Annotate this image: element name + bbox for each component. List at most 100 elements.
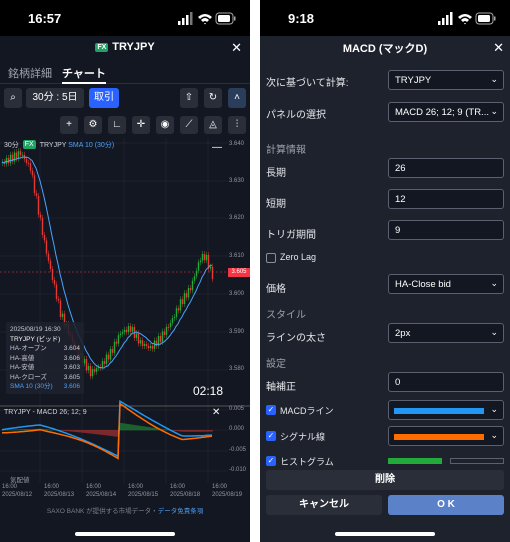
histogram-bar <box>47 429 49 431</box>
histogram-up-swatch[interactable] <box>388 458 442 464</box>
sheet-title: MACD (マックD) <box>342 43 428 55</box>
add-icon[interactable]: + <box>60 116 78 134</box>
histogram-bar <box>123 423 125 431</box>
candle <box>179 299 182 311</box>
histogram-bar <box>23 429 25 431</box>
date-tick: 2025/08/15 <box>128 492 159 498</box>
calc-basis-value: TRYJPY <box>395 75 432 86</box>
watermark: 気配値 <box>10 477 30 484</box>
candle <box>137 333 140 344</box>
candle-icon[interactable]: ⫶ <box>228 116 246 134</box>
candle <box>201 253 204 261</box>
close-icon[interactable]: ✕ <box>212 407 220 418</box>
histogram-bar <box>147 426 149 431</box>
histogram-bar <box>209 430 211 432</box>
price-tick: 3.630 <box>229 178 245 184</box>
area-chart-icon[interactable]: ◬ <box>204 116 222 134</box>
price-select[interactable]: HA-Close bid ⌄ <box>388 274 504 294</box>
histogram-checkbox[interactable]: ✓ <box>266 456 276 466</box>
histogram-bar <box>135 425 137 431</box>
close-icon[interactable]: ✕ <box>493 40 504 56</box>
histogram-label: ヒストグラム <box>280 457 334 467</box>
tooltip-row: HA-オープン 3.604 <box>10 344 80 354</box>
long-period-input[interactable]: 26 <box>388 158 504 178</box>
macd-tick: -0.010 <box>229 467 247 473</box>
legend-interval: 30分 <box>4 142 19 149</box>
signal-line-label: シグナル線 <box>280 432 326 442</box>
tooltip-row: HA-安値 3.603 <box>10 363 80 373</box>
histogram-bar <box>91 430 93 434</box>
crosshair-icon[interactable]: ✛ <box>132 116 150 134</box>
timeframe-select[interactable]: 30分 : 5日 <box>26 88 84 108</box>
collapse-icon[interactable]: ˄ <box>228 88 246 108</box>
refresh-icon[interactable]: ↻ <box>204 88 222 108</box>
legend-fx-badge: FX <box>22 140 36 149</box>
axis-offset-label: 軸補正 <box>266 382 296 393</box>
close-icon[interactable]: ✕ <box>231 40 242 56</box>
histogram-bar <box>191 430 193 432</box>
instrument-symbol: TRYJPY <box>112 41 155 53</box>
candle <box>143 344 146 346</box>
candle <box>37 196 40 215</box>
macd-line-checkbox[interactable]: ✓ <box>266 405 276 415</box>
tooltip-label: HA-高値 <box>10 354 35 362</box>
tab-details[interactable]: 銘柄詳細 <box>8 65 52 81</box>
panel-select[interactable]: MACD 26; 12; 9 (TR... ⌄ <box>388 102 504 122</box>
cancel-button[interactable]: キャンセル <box>266 495 382 515</box>
short-period-input[interactable]: 12 <box>388 189 504 209</box>
candle <box>195 270 198 277</box>
time-tick: 16:00 <box>44 484 60 490</box>
histogram-bar <box>27 429 29 431</box>
share-icon[interactable]: ⇧ <box>180 88 198 108</box>
axis-offset-input[interactable]: 0 <box>388 372 504 392</box>
chart-legend: 30分 FX TRYJPY SMA 10 (30分) <box>4 140 114 150</box>
candle <box>89 365 92 377</box>
candle <box>129 326 132 332</box>
candle <box>109 349 112 360</box>
candle <box>95 368 98 372</box>
status-time: 16:57 <box>28 11 62 26</box>
candle <box>183 293 186 304</box>
histogram-bar <box>133 424 135 431</box>
candle <box>177 308 180 311</box>
candle <box>199 260 202 263</box>
candle <box>185 293 188 298</box>
histogram-bar <box>187 430 189 432</box>
signal-line-checkbox[interactable]: ✓ <box>266 431 276 441</box>
calc-basis-select[interactable]: TRYJPY ⌄ <box>388 70 504 90</box>
candle <box>191 280 194 291</box>
minimize-icon[interactable]: — <box>212 142 222 153</box>
candle-countdown: 02:18 <box>193 384 224 398</box>
status-bar: 16:57 <box>0 0 250 36</box>
line-width-select[interactable]: 2px ⌄ <box>388 323 504 343</box>
ok-button[interactable]: O K <box>388 495 504 515</box>
disclaimer-link[interactable]: データ免責条項 <box>158 508 204 515</box>
delete-button[interactable]: 削除 <box>266 470 504 490</box>
histogram-down-swatch[interactable] <box>450 458 504 464</box>
candle <box>101 361 104 368</box>
histogram-bar <box>75 430 77 433</box>
legend-symbol: TRYJPY <box>39 142 67 149</box>
time-tick: 16:00 <box>128 484 144 490</box>
histogram-bar <box>19 429 21 431</box>
eye-icon[interactable]: ◉ <box>156 116 174 134</box>
histogram-bar <box>61 430 63 431</box>
gear-icon[interactable]: ⚙ <box>84 116 102 134</box>
trend-icon[interactable]: ⟋ <box>180 116 198 134</box>
candle <box>103 361 106 364</box>
trade-button[interactable]: 取引 <box>89 88 119 108</box>
trigger-period-label: トリガ期間 <box>266 230 316 241</box>
section-calc: 計算情報 <box>266 145 306 156</box>
trigger-period-input[interactable]: 9 <box>388 220 504 240</box>
tooltip-time: 2025/08/19 16:30 <box>10 326 61 333</box>
histogram-bar <box>89 430 91 434</box>
histogram-bar <box>85 430 87 434</box>
draw-line-icon[interactable]: ∟ <box>108 116 126 134</box>
candle <box>169 322 172 328</box>
tooltip-value: 3.606 <box>63 383 80 390</box>
histogram-bar <box>137 425 139 431</box>
tab-chart[interactable]: チャート <box>62 65 106 84</box>
long-period-label: 長期 <box>266 168 286 179</box>
zero-lag-checkbox[interactable] <box>266 253 276 263</box>
search-icon[interactable]: ⌕ <box>4 88 22 108</box>
